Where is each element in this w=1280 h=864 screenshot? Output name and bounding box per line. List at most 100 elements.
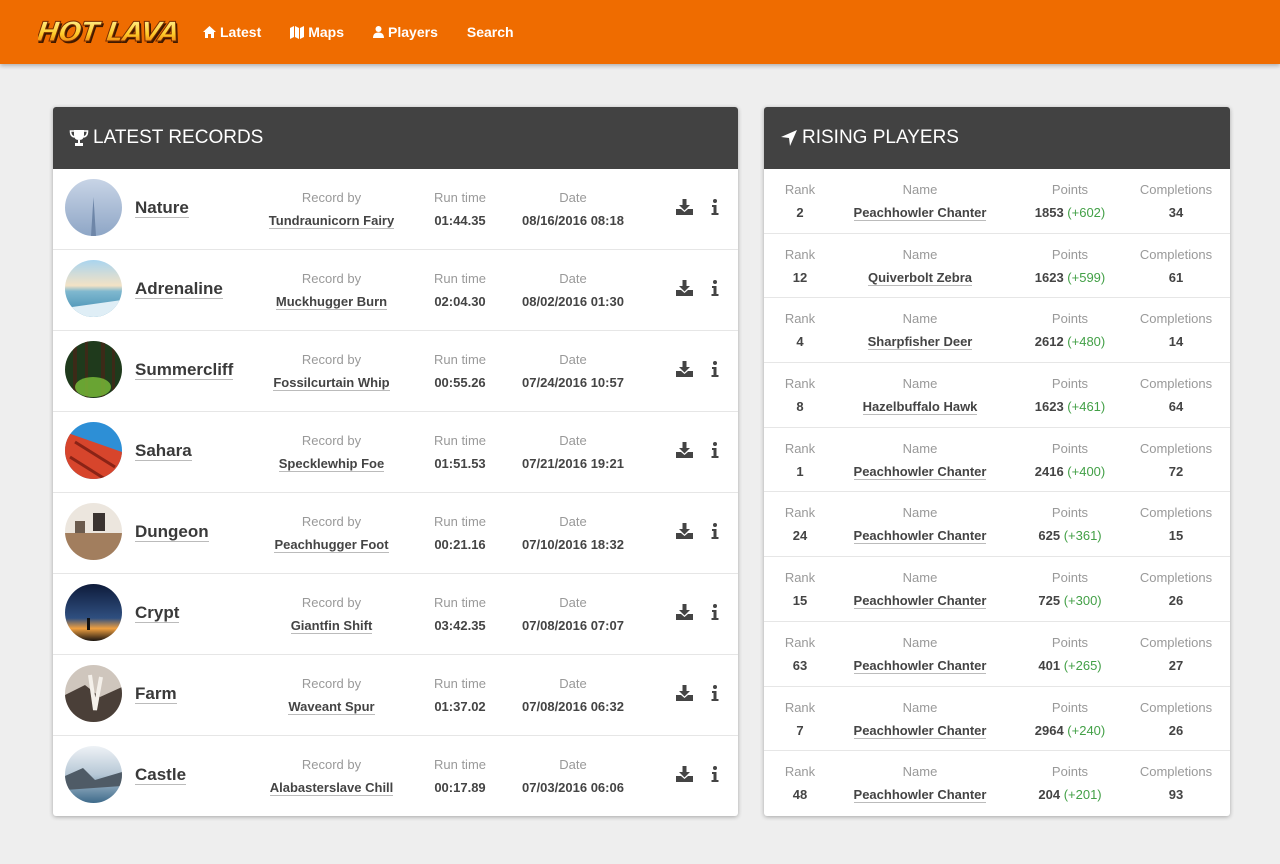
record-player-link[interactable]: Waveant Spur (288, 700, 375, 715)
player-name-link[interactable]: Peachhowler Chanter (853, 529, 987, 545)
player-row: Rank 63 Name Peachhowler Chanter Points 401… (764, 622, 1230, 687)
trophy-icon (69, 130, 89, 146)
points-gain: (+400) (1067, 463, 1106, 479)
nav-maps[interactable]: Maps (290, 24, 344, 40)
map-name-link[interactable]: Summercliff (135, 361, 234, 380)
record-player-link[interactable]: Peachhugger Foot (274, 538, 389, 553)
download-icon[interactable] (676, 361, 693, 377)
player-name-link[interactable]: Peachhowler Chanter (853, 723, 987, 739)
points-label: Points (1051, 764, 1089, 780)
download-icon[interactable] (676, 604, 693, 620)
download-icon[interactable] (676, 442, 693, 458)
record-player-link[interactable]: Alabasterslave Chill (269, 781, 394, 796)
record-player-link[interactable]: Fossilcurtain Whip (273, 376, 390, 391)
player-name-link[interactable]: Peachhowler Chanter (853, 594, 987, 610)
points-label: Points (1051, 699, 1089, 715)
player-name-link[interactable]: Peachhowler Chanter (853, 464, 987, 480)
info-icon[interactable] (711, 361, 719, 377)
info-icon[interactable] (711, 685, 719, 701)
record-player-link[interactable]: Tundraunicorn Fairy (268, 214, 395, 229)
completions-value: 14 (1168, 334, 1184, 350)
map-name-link[interactable]: Sahara (135, 442, 192, 461)
map-thumbnail[interactable] (65, 341, 122, 398)
points-gain: (+361) (1063, 528, 1102, 544)
record-player-link[interactable]: Specklewhip Foe (278, 457, 385, 472)
points-gain: (+240) (1067, 722, 1106, 738)
download-icon[interactable] (676, 523, 693, 539)
points-gain: (+602) (1067, 205, 1106, 220)
records-list: Nature Record by Tundraunicorn Fairy Run … (53, 169, 738, 816)
info-icon[interactable] (711, 199, 719, 215)
rank-value: 15 (792, 593, 808, 609)
map-name-link[interactable]: Nature (135, 199, 189, 218)
rising-players-panel: RISING PLAYERS Rank 2 Name Peachhowler Cha… (764, 107, 1230, 816)
completions-value: 61 (1168, 269, 1184, 285)
points-label: Points (1051, 634, 1089, 650)
map-name-link[interactable]: Adrenaline (135, 280, 223, 299)
player-name-link[interactable]: Peachhowler Chanter (853, 788, 987, 804)
info-icon[interactable] (711, 523, 719, 539)
completions-label: Completions (1139, 376, 1213, 392)
info-icon[interactable] (711, 442, 719, 458)
run-time-label: Run time (433, 190, 487, 205)
date-value: 08/02/2016 01:30 (522, 294, 624, 309)
download-icon[interactable] (676, 766, 693, 782)
nav-search[interactable]: Search (467, 24, 514, 40)
latest-records-header: LATEST RECORDS (53, 107, 738, 169)
record-player-link[interactable]: Giantfin Shift (290, 619, 373, 634)
info-icon[interactable] (711, 280, 719, 296)
rank-value: 24 (792, 528, 808, 544)
player-name-link[interactable]: Peachhowler Chanter (853, 658, 987, 674)
map-thumbnail[interactable] (65, 260, 122, 317)
record-by-label: Record by (301, 271, 362, 286)
completions-cell: Completions 72 (1130, 441, 1222, 479)
player-name-link[interactable]: Hazelbuffalo Hawk (862, 400, 978, 416)
rank-label: Rank (784, 311, 816, 327)
rank-label: Rank (784, 182, 816, 197)
map-name-link[interactable]: Dungeon (135, 523, 209, 542)
nav-latest[interactable]: Latest (203, 24, 261, 40)
record-by-label: Record by (301, 352, 362, 367)
map-name-link[interactable]: Farm (135, 685, 177, 704)
map-thumbnail[interactable] (65, 746, 122, 803)
map-thumbnail[interactable] (65, 179, 122, 236)
hot-lava-logo[interactable]: HOT LAVA HOT LAVA (38, 12, 178, 52)
record-by-cell: Record by Waveant Spur (249, 677, 414, 716)
date-value: 07/03/2016 06:06 (522, 780, 624, 795)
download-icon[interactable] (676, 685, 693, 701)
nav-players-label: Players (388, 24, 438, 40)
map-thumbnail[interactable] (65, 422, 122, 479)
points-value: 204 (1038, 787, 1061, 803)
user-icon (373, 26, 385, 38)
map-name-link[interactable]: Crypt (135, 604, 180, 623)
date-cell: Date 07/10/2016 18:32 (506, 515, 640, 552)
map-thumbnail[interactable] (65, 665, 122, 722)
completions-cell: Completions 61 (1130, 247, 1222, 285)
date-label: Date (559, 757, 587, 772)
latest-records-panel: LATEST RECORDS Nature Record by Tundrauni… (53, 107, 738, 816)
points-value: 2612 (1034, 334, 1064, 350)
player-name-link[interactable]: Quiverbolt Zebra (867, 270, 973, 286)
player-name-link[interactable]: Sharpfisher Deer (867, 335, 973, 351)
date-cell: Date 07/08/2016 06:32 (506, 677, 640, 714)
run-time-value: 00:21.16 (434, 537, 486, 552)
points-label: Points (1051, 440, 1089, 456)
map-name-link[interactable]: Castle (135, 766, 187, 785)
nav-players[interactable]: Players (373, 24, 438, 40)
player-name-link[interactable]: Peachhowler Chanter (853, 206, 987, 221)
record-player-link[interactable]: Muckhugger Burn (275, 295, 388, 310)
date-cell: Date 07/03/2016 06:06 (506, 758, 640, 795)
map-thumbnail[interactable] (65, 503, 122, 560)
info-icon[interactable] (711, 604, 719, 620)
download-icon[interactable] (676, 199, 693, 215)
player-row: Rank 15 Name Peachhowler Chanter Points 725… (764, 557, 1230, 622)
points-cell: Points 204 (+201) (1010, 765, 1130, 802)
nav-search-label: Search (466, 24, 514, 40)
points-cell: Points 401 (+265) (1010, 634, 1130, 673)
download-icon[interactable] (676, 280, 693, 296)
rank-value: 7 (796, 722, 804, 738)
info-icon[interactable] (711, 766, 719, 782)
record-by-cell: Record by Fossilcurtain Whip (249, 353, 414, 392)
map-thumbnail[interactable] (65, 584, 122, 641)
record-by-cell: Record by Tundraunicorn Fairy (249, 191, 414, 230)
